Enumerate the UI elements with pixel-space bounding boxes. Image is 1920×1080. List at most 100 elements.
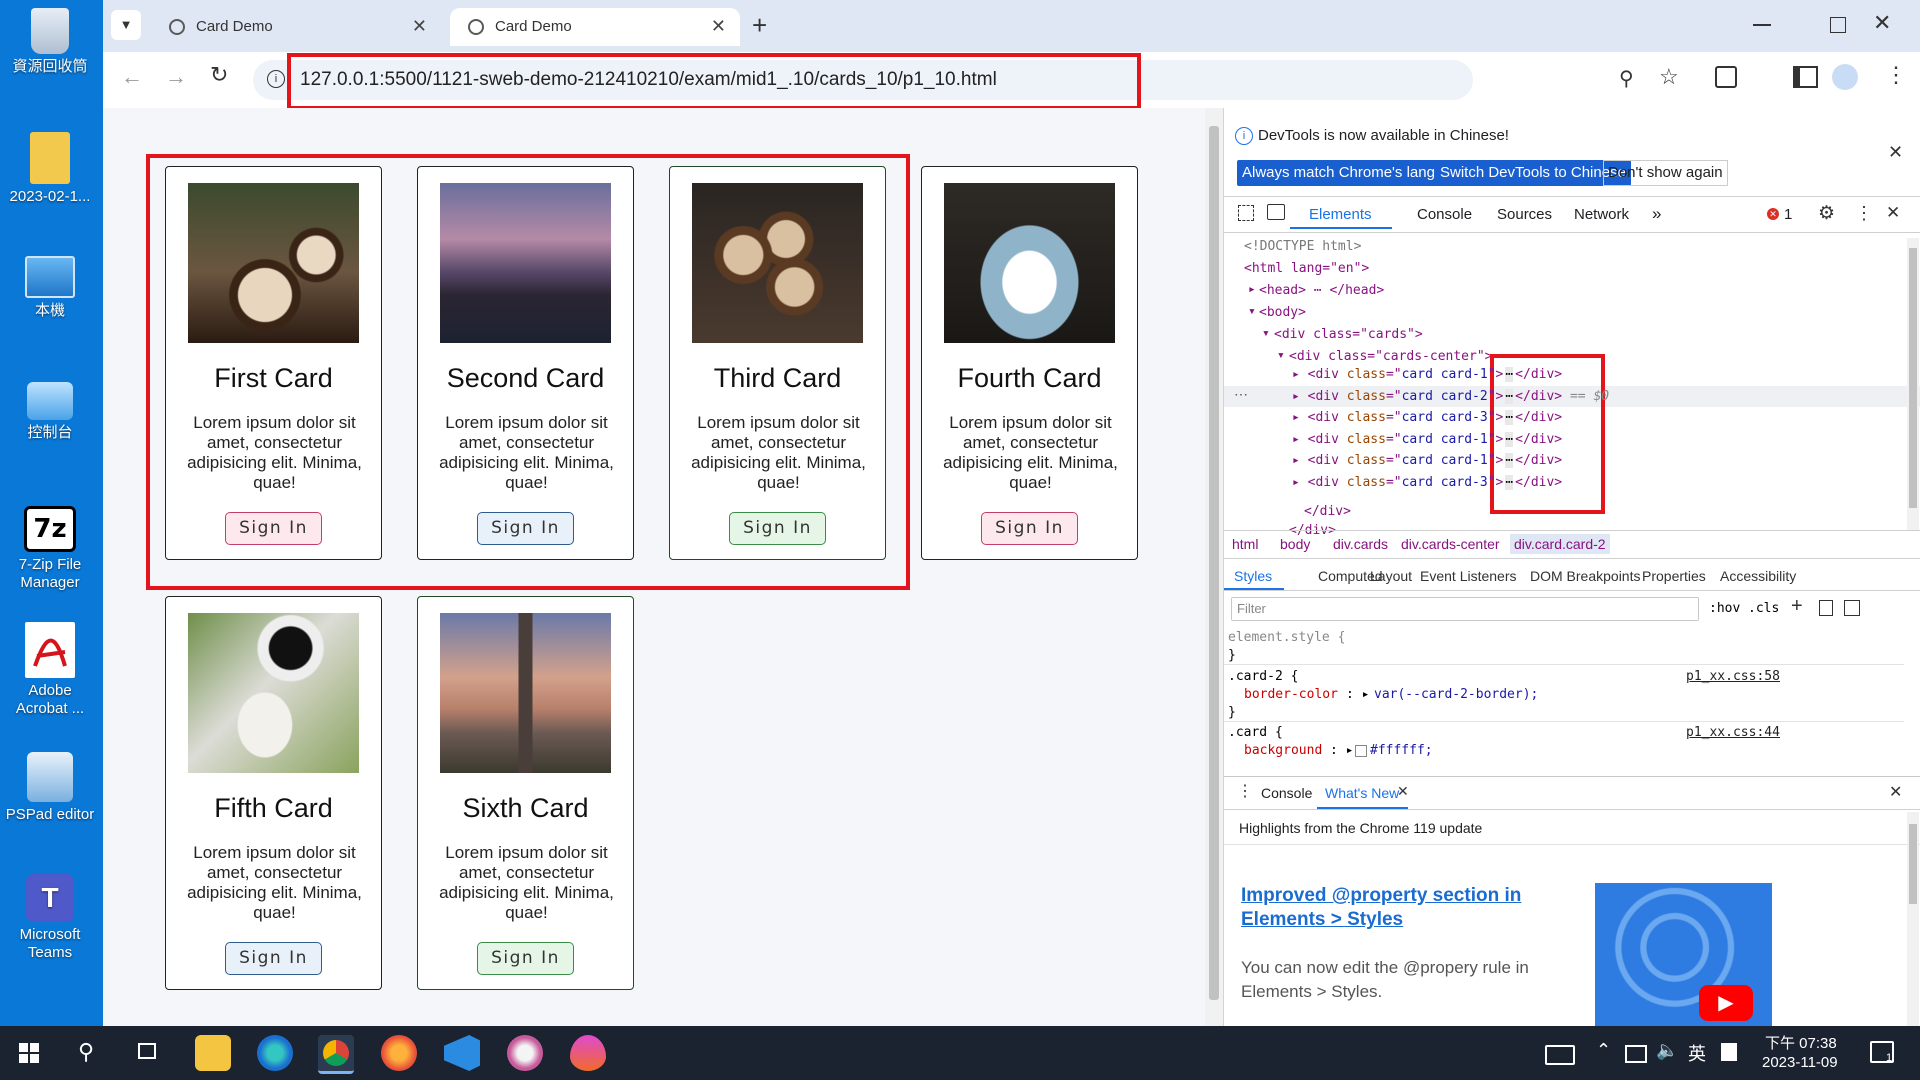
dom-cards-node[interactable]: <div class="cards"> <box>1274 327 1423 342</box>
drawer-tab-whats-new[interactable]: What's New <box>1325 785 1399 801</box>
file-explorer-icon[interactable] <box>195 1035 231 1071</box>
dom-body-node[interactable]: <body> <box>1259 305 1306 320</box>
search-icon[interactable]: ⚲ <box>78 1039 94 1065</box>
close-banner-icon[interactable]: ✕ <box>1888 142 1903 163</box>
rule-card2-prop[interactable]: border-color <box>1244 687 1338 702</box>
breadcrumb-item[interactable]: body <box>1280 536 1310 552</box>
expand-arrow-icon[interactable]: ▸ <box>1292 475 1308 490</box>
forward-icon[interactable]: → <box>165 64 187 90</box>
drawer-scrollbar[interactable] <box>1907 812 1919 1026</box>
breadcrumb-item[interactable]: html <box>1232 536 1258 552</box>
rule-element-style[interactable]: element.style { <box>1228 630 1345 645</box>
more-tabs-icon[interactable]: » <box>1652 204 1661 224</box>
dom-body[interactable]: ▾ <box>1248 304 1256 319</box>
reload-icon[interactable]: ↻ <box>210 62 228 88</box>
dom-cards-center-arrow[interactable]: ▾ <box>1277 348 1285 363</box>
volume-icon[interactable]: 🔈 <box>1656 1040 1678 1061</box>
dom-card-class[interactable]: card card-1 <box>1402 453 1488 468</box>
drawer-tab-console[interactable]: Console <box>1261 785 1312 801</box>
drawer-menu-icon[interactable]: ⋮ <box>1237 781 1253 801</box>
styles-tab-styles[interactable]: Styles <box>1234 568 1272 584</box>
dom-card-node[interactable]: ▸ <div class="card card-1"> ⋯ </div> <box>1292 431 1562 447</box>
node-options-icon[interactable]: ⋯ <box>1234 386 1248 403</box>
hov-toggle[interactable]: :hov <box>1709 601 1740 616</box>
edge-icon[interactable] <box>257 1035 293 1071</box>
cls-toggle[interactable]: .cls <box>1748 601 1779 616</box>
rule-card-value[interactable]: #ffffff; <box>1370 743 1433 758</box>
tab-elements[interactable]: Elements <box>1309 206 1372 223</box>
rule-card-source[interactable]: p1_xx.css:44 <box>1686 725 1780 740</box>
paint-icon[interactable] <box>507 1035 543 1071</box>
styles-tab-layout[interactable]: Layout <box>1370 568 1412 584</box>
dom-cards-arrow[interactable]: ▾ <box>1262 326 1270 341</box>
desktop-icon-control-panel[interactable]: 控制台 <box>2 382 98 442</box>
breadcrumb-item[interactable]: div.card.card-2 <box>1510 534 1610 554</box>
zoom-icon[interactable]: ⚲ <box>1619 66 1634 91</box>
desktop-icon-computer[interactable]: 本機 <box>2 256 98 320</box>
dom-head-node[interactable]: <head> ⋯ </head> <box>1259 283 1384 298</box>
styles-filter-input[interactable]: Filter <box>1231 597 1699 621</box>
expand-arrow-icon[interactable]: ▸ <box>1292 410 1308 425</box>
close-tab-icon[interactable]: ✕ <box>711 16 726 37</box>
tab-network[interactable]: Network <box>1574 206 1629 223</box>
start-windows-icon[interactable] <box>19 1043 39 1063</box>
drop-app-icon[interactable] <box>570 1035 606 1071</box>
dont-show-again-button[interactable]: Don't show again <box>1603 160 1728 186</box>
dom-card-class[interactable]: card card-3 <box>1402 475 1488 490</box>
task-view-icon[interactable] <box>138 1043 156 1059</box>
whats-new-headline[interactable]: Improved @property section in Elements >… <box>1241 884 1571 932</box>
close-whats-new-icon[interactable]: ✕ <box>1397 783 1409 800</box>
rule-card-prop[interactable]: background <box>1244 743 1322 758</box>
network-icon[interactable] <box>1625 1045 1647 1063</box>
whats-new-video-thumbnail[interactable]: ▶ <box>1595 883 1772 1026</box>
dom-cards-center-node[interactable]: <div class="cards-center"> <box>1289 349 1493 364</box>
clock-date[interactable]: 2023-11-09 <box>1762 1054 1838 1071</box>
chevron-up-icon[interactable]: ⌃ <box>1596 1040 1611 1061</box>
vscode-icon[interactable] <box>444 1035 480 1071</box>
new-tab-button[interactable]: + <box>752 10 767 41</box>
desktop-icon-pspad[interactable]: PSPad editor <box>2 752 98 824</box>
collapsed-content-icon[interactable]: ⋯ <box>1505 431 1514 447</box>
close-tab-icon[interactable]: ✕ <box>412 16 427 37</box>
bookmark-star-icon[interactable]: ☆ <box>1659 64 1679 90</box>
collapsed-content-icon[interactable]: ⋯ <box>1505 388 1514 404</box>
desktop-icon-folder[interactable]: 2023-02-1... <box>2 132 98 206</box>
dom-card-node[interactable]: ▸ <div class="card card-1"> ⋯ </div> <box>1292 367 1562 382</box>
play-icon[interactable]: ▶ <box>1699 985 1753 1021</box>
collapsed-content-icon[interactable]: ⋯ <box>1505 367 1514 382</box>
error-count[interactable]: 1 <box>1784 206 1792 223</box>
settings-gear-icon[interactable]: ⚙ <box>1818 202 1835 225</box>
maximize-button[interactable] <box>1830 17 1846 33</box>
profile-avatar[interactable] <box>1832 64 1858 90</box>
expand-arrow-icon[interactable]: ▸ <box>1292 367 1308 382</box>
breadcrumb-item[interactable]: div.cards <box>1333 536 1388 552</box>
extensions-icon[interactable] <box>1715 66 1737 88</box>
sign-in-button[interactable]: Sign In <box>225 942 322 975</box>
dom-card-node[interactable]: ▸ <div class="card card-1"> ⋯ </div> <box>1292 453 1562 469</box>
styles-tab-event-listeners[interactable]: Event Listeners <box>1420 568 1517 584</box>
expand-arrow-icon[interactable]: ▸ <box>1292 432 1308 447</box>
minimize-button[interactable] <box>1753 24 1771 26</box>
page-scrollbar[interactable] <box>1205 108 1223 1026</box>
breadcrumb-item[interactable]: div.cards-center <box>1401 536 1500 552</box>
close-devtools-icon[interactable]: ✕ <box>1886 203 1900 223</box>
dom-card-class[interactable]: card card-1 <box>1402 432 1488 447</box>
color-swatch[interactable] <box>1355 745 1367 757</box>
dom-card-class[interactable]: card card-1 <box>1402 367 1488 382</box>
expand-arrow-icon[interactable]: ▸ <box>1292 453 1308 468</box>
dom-card-node[interactable]: ▸ <div class="card card-3"> ⋯ </div> <box>1292 475 1562 490</box>
close-window-button[interactable]: ✕ <box>1873 10 1891 36</box>
device-toolbar-icon[interactable] <box>1267 204 1285 220</box>
switch-to-chinese-button[interactable]: Switch DevTools to Chinese <box>1435 160 1631 186</box>
desktop-icon-7zip[interactable]: 7z 7-Zip File Manager <box>2 506 98 592</box>
dom-card-node[interactable]: ▸ <div class="card card-2"> ⋯ </div> == $0 <box>1292 388 1609 404</box>
ime-mode-icon[interactable] <box>1721 1043 1737 1061</box>
styles-tab-accessibility[interactable]: Accessibility <box>1720 568 1796 584</box>
inspect-element-icon[interactable] <box>1238 205 1254 221</box>
site-info-icon[interactable]: i <box>267 70 285 88</box>
dom-scrollbar[interactable] <box>1907 238 1919 530</box>
styles-tab-properties[interactable]: Properties <box>1642 568 1706 584</box>
tab-console[interactable]: Console <box>1417 206 1472 223</box>
expand-arrow-icon[interactable]: ▸ <box>1292 389 1308 404</box>
tab-search-button[interactable]: ▼ <box>111 10 141 40</box>
